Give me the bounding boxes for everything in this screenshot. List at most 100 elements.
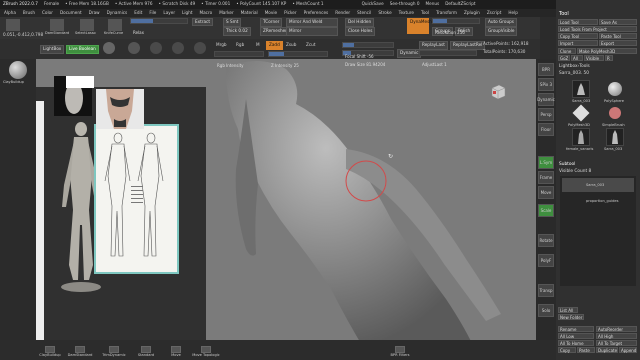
- lightbox-tools-link[interactable]: Lightbox›Tools: [559, 64, 590, 69]
- copy-button[interactable]: Copy: [558, 347, 576, 353]
- load-tools-from-project-button[interactable]: Load Tools From Project: [558, 26, 637, 32]
- menu-zscript[interactable]: Zscript: [487, 10, 502, 16]
- edit-mode-icon[interactable]: [103, 42, 115, 54]
- replay-last-button[interactable]: ReplayLast: [419, 41, 448, 50]
- spix-slider[interactable]: SPix 3: [538, 78, 554, 91]
- rotate-mode-icon[interactable]: [194, 42, 206, 54]
- move-brush-button[interactable]: Move: [166, 346, 186, 357]
- menu-tool[interactable]: Tool: [421, 10, 429, 16]
- bpr-button[interactable]: BPR: [538, 63, 554, 76]
- zadd-toggle[interactable]: Zadd: [266, 41, 283, 50]
- move-mode-icon[interactable]: [150, 42, 162, 54]
- menu-texture[interactable]: Texture: [399, 10, 414, 16]
- persp-button[interactable]: Persp: [538, 108, 554, 121]
- local-symmetry-button[interactable]: L.Sym: [538, 156, 554, 169]
- r-button[interactable]: R: [605, 55, 613, 61]
- solo-button[interactable]: Solo: [538, 304, 554, 317]
- default-zscript-button[interactable]: DefaultZScript: [445, 2, 475, 7]
- menu-stroke[interactable]: Stroke: [378, 10, 391, 16]
- draw-mode-icon[interactable]: [128, 42, 140, 54]
- menu-stencil[interactable]: Stencil: [357, 10, 371, 16]
- tool-thumb-polysphere[interactable]: [606, 80, 624, 98]
- paste-tool-button[interactable]: Paste Tool: [599, 33, 637, 39]
- see-through-slider[interactable]: See-through 0: [390, 2, 420, 7]
- rgb-toggle[interactable]: Rgb: [236, 42, 244, 48]
- damstandard-brush-button[interactable]: DamStandard: [68, 346, 92, 357]
- move-button[interactable]: Move: [538, 186, 554, 199]
- dynamic-toggle[interactable]: Dynamic: [397, 49, 422, 58]
- subtool-item-proportion-guides[interactable]: proportion_guides: [562, 194, 634, 208]
- m-toggle[interactable]: M: [256, 42, 260, 48]
- close-holes-button[interactable]: Close Holes: [345, 27, 376, 36]
- mrgb-toggle[interactable]: Mrgb: [216, 42, 227, 48]
- menu-layer[interactable]: Layer: [163, 10, 175, 16]
- thick-slider[interactable]: Thick 0.02: [223, 27, 251, 36]
- menu-transform[interactable]: Transform: [436, 10, 457, 16]
- rotate-button[interactable]: Rotate: [538, 234, 554, 247]
- goz-button[interactable]: GoZ: [558, 55, 570, 61]
- auto-reorder-button[interactable]: AutoReorder: [596, 326, 637, 332]
- menu-document[interactable]: Document: [60, 10, 82, 16]
- replay-last-rel-button[interactable]: ReplayLastRel: [450, 41, 486, 50]
- z-intensity-slider[interactable]: Z Intensity 25: [268, 51, 328, 68]
- standard-brush-button[interactable]: Standard: [136, 346, 156, 357]
- move-brush-icon[interactable]: [6, 19, 20, 31]
- trimdynamic-brush-button[interactable]: TrimDynamic: [102, 346, 126, 357]
- all-to-target-button[interactable]: All To Target: [596, 340, 637, 346]
- select-lasso-icon[interactable]: [80, 19, 94, 31]
- bpr-filters-button[interactable]: BPR Filters: [390, 346, 410, 357]
- quicksave-button[interactable]: QuickSave: [362, 2, 384, 7]
- menu-edit[interactable]: Edit: [134, 10, 142, 16]
- tool-thumb-polymesh3d[interactable]: [572, 104, 590, 122]
- menu-movie[interactable]: Movie: [265, 10, 277, 16]
- floor-button[interactable]: Floor: [538, 123, 554, 136]
- save-as-button[interactable]: Save As: [599, 19, 637, 25]
- auto-groups-button[interactable]: Auto Groups: [485, 18, 517, 27]
- extract-button[interactable]: Extract: [192, 18, 213, 26]
- knife-curve-icon[interactable]: [108, 19, 122, 31]
- menu-draw[interactable]: Draw: [89, 10, 100, 16]
- viewport[interactable]: ↻: [36, 59, 536, 352]
- mirror-and-weld-button[interactable]: Mirror And Weld: [286, 18, 338, 27]
- paste-button[interactable]: Paste: [577, 347, 595, 353]
- navigation-cube[interactable]: [489, 82, 507, 100]
- all-high-button[interactable]: All High: [596, 333, 637, 339]
- dynamic-button[interactable]: Dynamic: [537, 93, 555, 106]
- new-folder-button[interactable]: New Folder: [558, 314, 584, 320]
- menu-dynamics[interactable]: Dynamics: [107, 10, 128, 16]
- dam-standard-icon[interactable]: [50, 19, 64, 31]
- clay-buildup-brush-icon[interactable]: [9, 61, 27, 79]
- tool-thumb-sarra[interactable]: [572, 80, 590, 98]
- all-button[interactable]: All: [571, 55, 583, 61]
- menu-brush[interactable]: Brush: [23, 10, 35, 16]
- mirror-button[interactable]: Mirror: [286, 27, 338, 36]
- dynamesh-button[interactable]: DynaMesh: [407, 18, 432, 34]
- tcorner-toggle[interactable]: TCorner: [260, 18, 283, 27]
- rename-button[interactable]: Rename: [558, 326, 594, 332]
- duplicate-button[interactable]: Duplicate: [596, 347, 618, 353]
- menus-button[interactable]: Menus: [426, 2, 440, 7]
- list-all-button[interactable]: List All: [558, 307, 578, 313]
- transp-button[interactable]: Transp: [538, 284, 554, 297]
- all-low-button[interactable]: All Low: [558, 333, 594, 339]
- scale-button[interactable]: Scale: [538, 204, 554, 217]
- clone-button[interactable]: Clone: [558, 48, 576, 54]
- lightbox-button[interactable]: LightBox: [40, 45, 65, 54]
- copy-tool-button[interactable]: Copy Tool: [558, 33, 598, 39]
- adjust-last-slider[interactable]: AdjustLast 1: [419, 50, 477, 67]
- tool-thumb-sarra-2[interactable]: [606, 128, 624, 146]
- load-tool-button[interactable]: Load Tool: [558, 19, 598, 25]
- scale-mode-icon[interactable]: [172, 42, 184, 54]
- frame-button[interactable]: Frame: [538, 171, 554, 184]
- tool-thumb-simplebrush[interactable]: [606, 104, 624, 122]
- menu-file[interactable]: File: [149, 10, 156, 16]
- s-smt-slider[interactable]: S Smt: [223, 18, 242, 27]
- menu-alpha[interactable]: Alpha: [4, 10, 16, 16]
- menu-marker[interactable]: Marker: [219, 10, 233, 16]
- menu-macro[interactable]: Macro: [200, 10, 213, 16]
- menu-picker[interactable]: Picker: [284, 10, 296, 16]
- live-boolean-button[interactable]: Live Boolean: [66, 45, 99, 54]
- import-button[interactable]: Import: [558, 40, 598, 46]
- tool-panel-header[interactable]: Tool: [559, 11, 569, 17]
- move-topologic-brush-button[interactable]: Move Topologic: [192, 346, 220, 357]
